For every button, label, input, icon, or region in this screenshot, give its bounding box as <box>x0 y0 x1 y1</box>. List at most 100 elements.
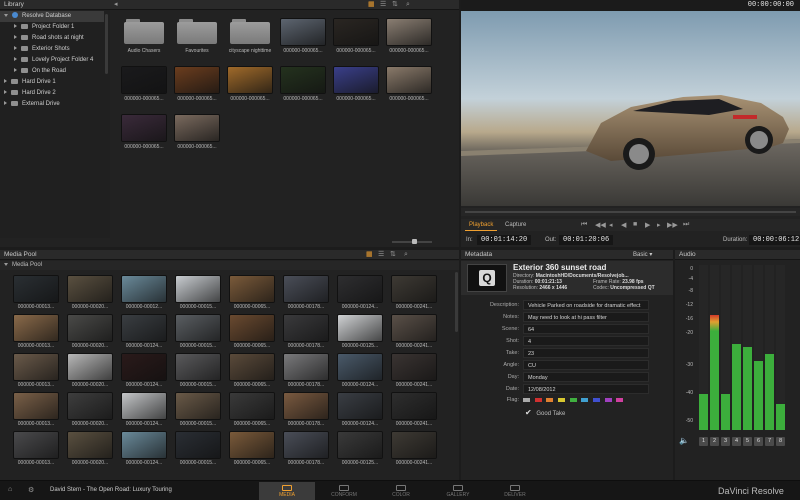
media-pool-clip[interactable]: 000000-00124... <box>338 393 382 427</box>
metadata-field-value[interactable]: 23 <box>523 348 649 358</box>
audio-channel-button[interactable]: 2 <box>710 437 719 446</box>
media-pool-clip[interactable]: 000000-00013... <box>14 354 58 388</box>
page-tab-conform[interactable]: CONFORM <box>316 482 372 500</box>
media-pool-clip[interactable]: 000000-00124... <box>122 354 166 388</box>
tree-scrollbar[interactable] <box>105 14 108 74</box>
audio-channel-button[interactable]: 8 <box>776 437 785 446</box>
library-tree-item[interactable]: Road shots at night <box>0 33 104 44</box>
metadata-field-value[interactable]: 12/08/2012 <box>523 384 649 394</box>
metadata-field-value[interactable]: Monday <box>523 372 649 382</box>
tab-playback[interactable]: Playback <box>465 219 498 231</box>
media-pool-clip[interactable]: 000000-00065... <box>230 354 274 388</box>
media-pool-clip[interactable]: 000000-00178... <box>284 393 328 427</box>
clip-thumbnail[interactable]: 000000-000065... <box>387 19 431 54</box>
media-pool-clip[interactable]: 000000-00241... <box>392 315 436 349</box>
media-pool-clip[interactable]: 000000-00065... <box>230 276 274 310</box>
pool-search-icon[interactable]: ⌕ <box>404 250 408 260</box>
list-view-icon[interactable]: ☰ <box>380 0 386 10</box>
media-pool-clip[interactable]: 000000-00015... <box>176 276 220 310</box>
page-tab-color[interactable]: COLOR <box>373 482 429 500</box>
library-tree-item[interactable]: Resolve Database <box>0 11 104 22</box>
bin-folder[interactable]: Favourites <box>175 19 219 54</box>
jump-end-icon[interactable]: ⏭ <box>683 221 689 229</box>
collapse-left-icon[interactable]: ◂ <box>114 0 118 10</box>
fast-forward-icon[interactable]: ▶▶ <box>667 221 678 229</box>
clip-thumbnail[interactable]: 000000-000065... <box>334 19 378 54</box>
audio-channel-button[interactable]: 7 <box>765 437 774 446</box>
metadata-field-value[interactable]: 4 <box>523 336 649 346</box>
disclosure-open-icon[interactable] <box>4 13 8 17</box>
media-pool-clip[interactable]: 000000-00015... <box>176 354 220 388</box>
media-pool-clip[interactable]: 000000-00124... <box>122 315 166 349</box>
check-icon[interactable]: ✔ <box>525 408 532 417</box>
media-pool-clip[interactable]: 000000-00178... <box>284 354 328 388</box>
flag-icon[interactable] <box>558 398 566 402</box>
library-tree-item[interactable]: Lovely Project Folder 4 <box>0 55 104 66</box>
pool-scrollbar[interactable] <box>455 272 458 332</box>
disclosure-closed-icon[interactable] <box>14 24 17 29</box>
library-tree-item[interactable]: Hard Drive 2 <box>0 88 104 99</box>
disclosure-closed-icon[interactable] <box>4 79 7 84</box>
media-pool-clip[interactable]: 000000-00020... <box>68 354 112 388</box>
bin-folder[interactable]: Audio Chasers <box>122 19 166 54</box>
search-icon[interactable]: ⌕ <box>406 0 410 10</box>
media-pool-clip[interactable]: 000000-00020... <box>68 315 112 349</box>
metadata-mode-select[interactable]: Basic ▾ <box>633 250 652 260</box>
clip-thumbnail[interactable]: 000000-000065... <box>334 67 378 102</box>
library-tree-item[interactable]: Hard Drive 1 <box>0 77 104 88</box>
flag-icon[interactable] <box>569 398 577 402</box>
flag-icon[interactable] <box>534 398 542 402</box>
disclosure-closed-icon[interactable] <box>4 101 7 106</box>
stop-icon[interactable]: ■ <box>633 221 637 228</box>
pool-list-view-icon[interactable]: ☰ <box>378 250 384 260</box>
metadata-field-value[interactable]: CU <box>523 360 649 370</box>
jump-start-icon[interactable]: ⏮ <box>581 221 587 229</box>
rewind-icon[interactable]: ◀◀ <box>595 221 606 229</box>
tab-capture[interactable]: Capture <box>501 219 530 231</box>
media-pool-clip[interactable]: 000000-00065... <box>230 393 274 427</box>
clip-thumbnail[interactable]: 000000-000065... <box>175 67 219 102</box>
audio-channel-button[interactable]: 3 <box>721 437 730 446</box>
flag-icon[interactable] <box>581 398 589 402</box>
gear-icon[interactable]: ⚙ <box>28 486 34 494</box>
media-pool-clip[interactable]: 000000-00241... <box>392 393 436 427</box>
media-pool-clip[interactable]: 000000-00124... <box>122 393 166 427</box>
flag-swatches[interactable] <box>523 398 653 404</box>
library-tree-item[interactable]: Exterior Shots <box>0 44 104 55</box>
media-pool-clip[interactable]: 000000-00020... <box>68 276 112 310</box>
thumb-size-handle[interactable] <box>412 239 417 244</box>
step-back-icon[interactable]: ◂ <box>609 221 613 229</box>
bin-folder[interactable]: cityscape nighttime <box>228 19 272 54</box>
media-pool-clip[interactable]: 000000-00013... <box>14 315 58 349</box>
clip-thumbnail[interactable]: 000000-000065... <box>228 67 272 102</box>
page-tab-gallery[interactable]: GALLERY <box>430 482 486 500</box>
metadata-field-value[interactable]: Vehicle Parked on roadside for dramatic … <box>523 300 649 310</box>
media-pool-clip[interactable]: 000000-00124... <box>338 354 382 388</box>
clip-thumbnail[interactable]: 000000-000065... <box>281 67 325 102</box>
clip-thumbnail[interactable]: 000000-000065... <box>122 115 166 150</box>
page-tab-deliver[interactable]: DELIVER <box>487 482 543 500</box>
media-pool-clip[interactable]: 000000-00125... <box>338 315 382 349</box>
media-pool-clip[interactable]: 000000-00124... <box>338 276 382 310</box>
media-pool-clip[interactable]: 000000-00013... <box>14 276 58 310</box>
library-tree-item[interactable]: On the Road <box>0 66 104 77</box>
sort-icon[interactable]: ⇅ <box>392 0 398 10</box>
media-pool-clip[interactable]: 000000-00124... <box>122 432 166 466</box>
media-pool-clip[interactable]: 000000-00015... <box>176 393 220 427</box>
out-timecode[interactable]: 00:01:20:06 <box>559 235 614 245</box>
pool-sort-icon[interactable]: ⇅ <box>390 250 396 260</box>
media-pool-clip[interactable]: 000000-00125... <box>338 432 382 466</box>
scrubber-bar[interactable] <box>461 208 800 216</box>
media-pool-clip[interactable]: 000000-00013... <box>14 432 58 466</box>
media-pool-clip[interactable]: 000000-00241... <box>392 354 436 388</box>
media-pool-clip[interactable]: 000000-00065... <box>230 315 274 349</box>
disclosure-closed-icon[interactable] <box>14 57 17 62</box>
audio-channel-button[interactable]: 4 <box>732 437 741 446</box>
metadata-field-value[interactable]: May need to look at hi pass filter <box>523 312 649 322</box>
clip-thumbnail[interactable]: 000000-000065... <box>122 67 166 102</box>
step-forward-icon[interactable]: ▸ <box>657 221 661 229</box>
media-pool-clip[interactable]: 000000-00241... <box>392 276 436 310</box>
media-pool-clip[interactable]: 000000-00178... <box>284 432 328 466</box>
media-pool-clip[interactable]: 000000-00020... <box>68 393 112 427</box>
grid-view-icon[interactable]: ▦ <box>368 0 375 10</box>
